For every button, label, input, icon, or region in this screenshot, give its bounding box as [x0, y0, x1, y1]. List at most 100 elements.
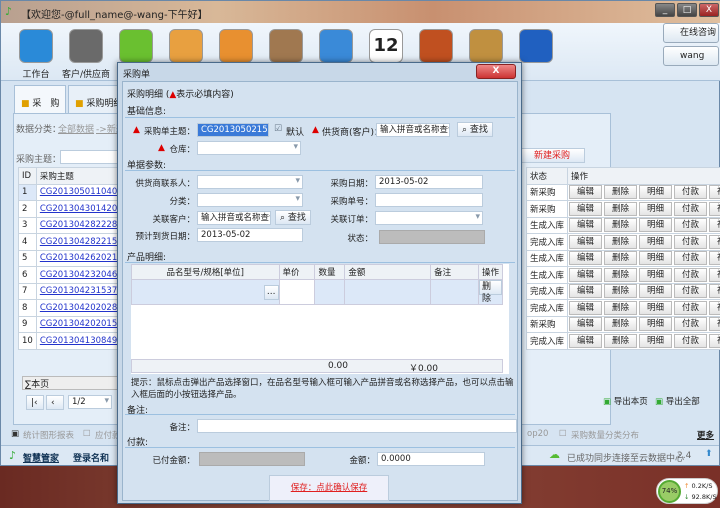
row-op-button[interactable]: 编辑: [569, 234, 603, 249]
qty-cell[interactable]: [314, 279, 346, 305]
supplier-find-button[interactable]: ⌕ 查找: [457, 122, 493, 137]
table-row[interactable]: 1 CG201305011040: [18, 183, 122, 201]
subject-filter-input[interactable]: [60, 150, 120, 164]
row-subject-link[interactable]: CG201304262021: [35, 249, 122, 267]
row-op-button[interactable]: 编辑: [569, 218, 603, 233]
row-op-button[interactable]: 编辑: [569, 284, 603, 299]
row-op-button[interactable]: 视图: [709, 284, 720, 299]
amount-input[interactable]: 0.0000: [377, 452, 485, 466]
category-select[interactable]: [197, 193, 303, 207]
date-input[interactable]: 2013-05-02: [375, 175, 483, 189]
row-op-button[interactable]: 明细: [639, 267, 673, 282]
product-row[interactable]: ... 删除: [131, 279, 504, 305]
prev-page-button[interactable]: ‹: [46, 395, 64, 410]
row-op-button[interactable]: 明细: [639, 317, 673, 332]
row-op-button[interactable]: 删除: [604, 251, 638, 266]
close-button[interactable]: X: [699, 3, 719, 17]
row-op-button[interactable]: 删除: [604, 284, 638, 299]
table-row[interactable]: 完成入库编辑删除明细付款视图: [525, 282, 720, 300]
row-op-button[interactable]: 明细: [639, 201, 673, 216]
row-op-button[interactable]: 删除: [604, 201, 638, 216]
table-row[interactable]: 3 CG201304282228: [18, 216, 122, 234]
qty-dist-checkbox[interactable]: ☐: [559, 429, 567, 439]
row-op-button[interactable]: 视图: [709, 218, 720, 233]
row-op-button[interactable]: 编辑: [569, 317, 603, 332]
row-op-button[interactable]: 付款: [674, 201, 708, 216]
category-all-link[interactable]: 全部数据: [58, 122, 94, 135]
row-op-button[interactable]: 视图: [709, 251, 720, 266]
row-op-button[interactable]: 编辑: [569, 251, 603, 266]
row-op-button[interactable]: 付款: [674, 234, 708, 249]
new-purchase-button[interactable]: 新建采购: [519, 148, 585, 163]
price-cell[interactable]: [278, 279, 316, 305]
row-op-button[interactable]: 付款: [674, 218, 708, 233]
table-row[interactable]: 生成入库编辑删除明细付款视图: [525, 216, 720, 234]
warehouse-select[interactable]: [197, 141, 301, 155]
row-op-button[interactable]: 编辑: [569, 300, 603, 315]
table-row[interactable]: 8 CG201304202028: [18, 299, 122, 317]
dialog-close-button[interactable]: X: [476, 64, 516, 79]
row-subject-link[interactable]: CG201304202028: [35, 299, 122, 317]
online-consult-button[interactable]: 在线咨询: [663, 23, 719, 43]
table-row[interactable]: 完成入库编辑删除明细付款视图: [525, 233, 720, 251]
row-op-button[interactable]: 视图: [709, 300, 720, 315]
table-row[interactable]: 生成入库编辑删除明细付款视图: [525, 266, 720, 284]
row-op-button[interactable]: 编辑: [569, 185, 603, 200]
row-op-button[interactable]: 编辑: [569, 333, 603, 348]
maximize-button[interactable]: □: [677, 3, 697, 17]
table-row[interactable]: 4 CG201304282215: [18, 233, 122, 251]
row-op-button[interactable]: 视图: [709, 333, 720, 348]
tab-purchase[interactable]: ■ 采 购: [14, 85, 66, 113]
table-row[interactable]: 完成入库编辑删除明细付款视图: [525, 332, 720, 350]
row-op-button[interactable]: 明细: [639, 333, 673, 348]
row-op-button[interactable]: 视图: [709, 317, 720, 332]
row-op-button[interactable]: 删除: [604, 234, 638, 249]
rel-customer-find-button[interactable]: ⌕ 查找: [275, 210, 311, 225]
table-row[interactable]: 新采购编辑删除明细付款视图: [525, 183, 720, 201]
row-subject-link[interactable]: CG201304232046: [35, 266, 122, 284]
row-op-button[interactable]: 明细: [639, 284, 673, 299]
product-picker-button[interactable]: ...: [263, 284, 279, 300]
table-row[interactable]: 10 CG201304130849: [18, 332, 122, 350]
row-op-button[interactable]: 明细: [639, 218, 673, 233]
row-op-button[interactable]: 付款: [674, 185, 708, 200]
row-op-button[interactable]: 视图: [709, 185, 720, 200]
brand-link[interactable]: 智慧管家: [23, 451, 59, 464]
row-subject-link[interactable]: CG201304130849: [35, 332, 122, 350]
payable-checkbox[interactable]: ☐: [83, 429, 91, 439]
row-op-button[interactable]: 付款: [674, 317, 708, 332]
row-op-button[interactable]: 视图: [709, 234, 720, 249]
table-row[interactable]: 新采购编辑删除明细付款视图: [525, 200, 720, 218]
table-row[interactable]: 生成入库编辑删除明细付款视图: [525, 249, 720, 267]
chart-report-checkbox[interactable]: ▣: [11, 429, 19, 439]
first-page-button[interactable]: |‹: [26, 395, 44, 410]
row-op-button[interactable]: 付款: [674, 333, 708, 348]
table-row[interactable]: 2 CG201304301420: [18, 200, 122, 218]
row-op-button[interactable]: 删除: [604, 333, 638, 348]
row-op-button[interactable]: 删除: [604, 267, 638, 282]
table-row[interactable]: 7 CG201304231537: [18, 282, 122, 300]
rel-customer-input[interactable]: 输入拼音或名称查询: [197, 211, 271, 225]
more-link[interactable]: 更多: [697, 429, 714, 441]
minimize-button[interactable]: _: [655, 3, 675, 17]
export-all-button[interactable]: ▣ 导出全部: [655, 395, 700, 407]
row-subject-link[interactable]: CG201304231537: [35, 282, 122, 300]
row-op-button[interactable]: 明细: [639, 234, 673, 249]
expected-date-input[interactable]: 2013-05-02: [197, 228, 303, 242]
number-input[interactable]: [375, 193, 483, 207]
row-op-button[interactable]: 明细: [639, 300, 673, 315]
row-subject-link[interactable]: CG201304301420: [35, 200, 122, 218]
row-op-button[interactable]: 付款: [674, 251, 708, 266]
row-op-button[interactable]: 删除: [604, 300, 638, 315]
table-row[interactable]: 6 CG201304232046: [18, 266, 122, 284]
row-op-button[interactable]: 明细: [639, 251, 673, 266]
table-row[interactable]: 新采购编辑删除明细付款视图: [525, 315, 720, 333]
table-row[interactable]: 9 CG201304202015: [18, 315, 122, 333]
table-row[interactable]: 完成入库编辑删除明细付款视图: [525, 299, 720, 317]
row-op-button[interactable]: 删除: [604, 218, 638, 233]
export-page-button[interactable]: ▣ 导出本页: [603, 395, 648, 407]
row-op-button[interactable]: 付款: [674, 300, 708, 315]
network-widget[interactable]: 74% ↑ 0.2K/S ↓ 92.8K/S: [656, 478, 718, 504]
row-subject-link[interactable]: CG201305011040: [35, 183, 122, 201]
save-button[interactable]: 保存：点此确认保存: [269, 475, 389, 501]
